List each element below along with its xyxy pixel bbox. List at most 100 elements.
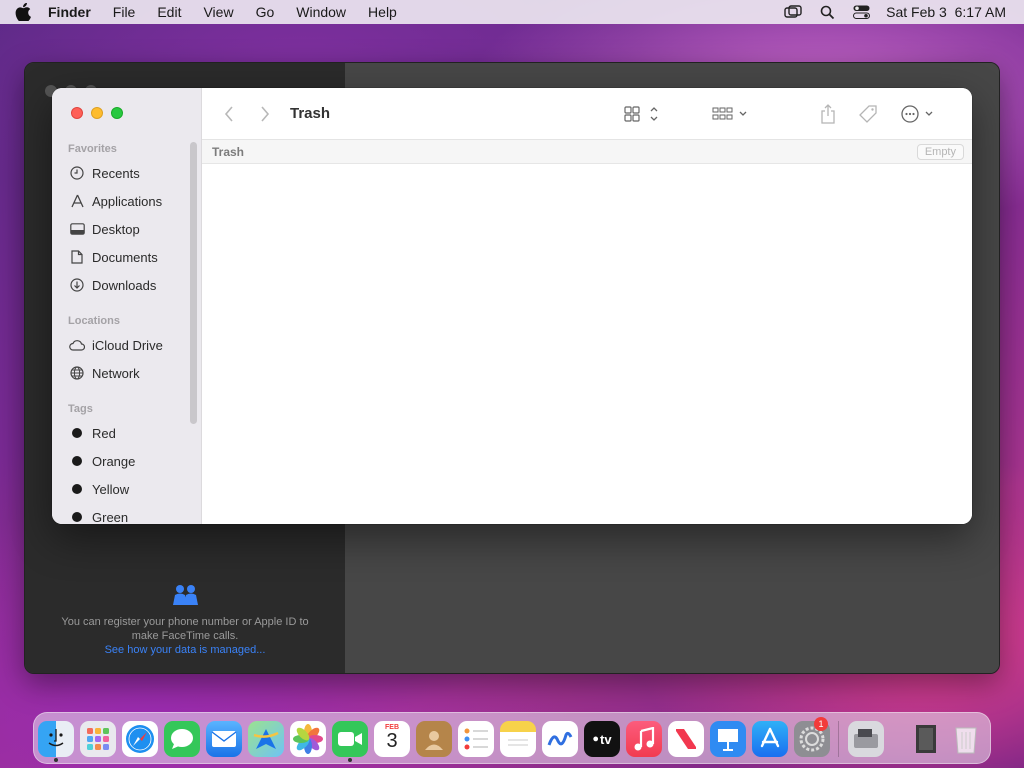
tag-icon[interactable] <box>858 103 878 125</box>
menu-clock[interactable]: Sat Feb 3 6:17 AM <box>886 4 1006 20</box>
news-app-icon[interactable] <box>668 721 704 757</box>
trash-header-bar: Trash Empty <box>202 140 972 164</box>
finder-sidebar: Favorites Recents Applications Desktop D… <box>52 88 202 524</box>
control-center-icon[interactable] <box>852 3 870 21</box>
facetime-app-icon[interactable] <box>332 721 368 757</box>
document-icon <box>68 248 86 266</box>
sidebar-item-label: Orange <box>92 453 136 469</box>
sidebar-item-label: Downloads <box>92 277 157 293</box>
spotlight-search-icon[interactable] <box>818 3 836 21</box>
trash-header-label: Trash <box>212 145 245 159</box>
menu-edit[interactable]: Edit <box>157 4 181 20</box>
keynote-app-icon[interactable] <box>710 721 746 757</box>
sidebar-header-tags: Tags <box>68 403 93 415</box>
calendar-app-icon[interactable]: FEB 3 <box>374 721 410 757</box>
menu-help[interactable]: Help <box>368 4 397 20</box>
desktop-icon <box>68 220 86 238</box>
calendar-day: 3 <box>386 730 398 752</box>
group-by-icon[interactable] <box>712 103 750 125</box>
mail-app-icon[interactable] <box>206 721 242 757</box>
safari-app-icon[interactable] <box>122 721 158 757</box>
forward-chevron-icon[interactable] <box>260 103 270 125</box>
trash-icon[interactable] <box>948 721 984 757</box>
sidebar-item-label: Applications <box>92 193 163 209</box>
app-store-app-icon[interactable] <box>752 721 788 757</box>
sidebar-item-icloud-drive[interactable]: iCloud Drive <box>68 335 163 355</box>
finder-window[interactable]: Favorites Recents Applications Desktop D… <box>52 88 972 524</box>
tag-dot-icon <box>72 428 82 438</box>
share-icon[interactable] <box>820 103 836 125</box>
sidebar-item-label: Recents <box>92 165 140 181</box>
people-icon <box>173 585 198 605</box>
view-mode-icon[interactable] <box>624 103 662 125</box>
menu-go[interactable]: Go <box>256 4 275 20</box>
dock-separator <box>838 721 839 757</box>
sidebar-tag-green[interactable]: Green <box>68 507 128 524</box>
sidebar-item-desktop[interactable]: Desktop <box>68 219 140 239</box>
facetime-info-line1: You can register your phone number or Ap… <box>61 616 309 628</box>
tag-dot-icon <box>72 456 82 466</box>
menu-window[interactable]: Window <box>296 4 346 20</box>
running-indicator <box>54 758 58 762</box>
sidebar-scrollbar[interactable] <box>190 142 197 424</box>
photos-app-icon[interactable] <box>290 721 326 757</box>
sidebar-item-applications[interactable]: Applications <box>68 191 162 211</box>
zoom-button[interactable] <box>111 107 123 119</box>
clock-icon <box>68 164 86 182</box>
contacts-app-icon[interactable] <box>416 721 452 757</box>
finder-app-icon[interactable] <box>38 721 74 757</box>
apple-tv-logo-icon: ● <box>592 733 600 745</box>
apple-tv-label: tv <box>600 731 612 747</box>
sidebar-item-label: iCloud Drive <box>92 337 163 353</box>
sidebar-item-label: Network <box>92 365 140 381</box>
globe-icon <box>68 364 86 382</box>
sidebar-item-downloads[interactable]: Downloads <box>68 275 156 295</box>
more-actions-icon[interactable] <box>900 103 936 125</box>
tag-dot-icon <box>72 484 82 494</box>
sidebar-header-favorites: Favorites <box>68 143 117 155</box>
window-controls <box>71 107 123 119</box>
music-app-icon[interactable] <box>626 721 662 757</box>
menu-app-name[interactable]: Finder <box>48 4 91 20</box>
messages-app-icon[interactable] <box>164 721 200 757</box>
download-icon <box>68 276 86 294</box>
boot-camp-assistant-icon[interactable] <box>848 721 884 757</box>
empty-trash-button[interactable]: Empty <box>916 144 964 160</box>
data-managed-link[interactable]: See how your data is managed... <box>25 643 345 657</box>
maps-app-icon[interactable] <box>248 721 284 757</box>
dock: FEB 3 ● tv 1 <box>33 712 991 764</box>
documents-folder-icon[interactable] <box>908 721 944 757</box>
launchpad-app-icon[interactable] <box>80 721 116 757</box>
notes-app-icon[interactable] <box>500 721 536 757</box>
running-indicator <box>348 758 352 762</box>
tag-dot-icon <box>72 512 82 522</box>
apple-menu-icon[interactable] <box>12 1 34 23</box>
reminders-app-icon[interactable] <box>458 721 494 757</box>
window-title: Trash <box>290 105 331 122</box>
sidebar-item-label: Green <box>92 509 129 525</box>
applications-icon <box>68 192 86 210</box>
menu-file[interactable]: File <box>113 4 136 20</box>
back-chevron-icon[interactable] <box>224 103 234 125</box>
sidebar-tag-orange[interactable]: Orange <box>68 451 135 471</box>
menu-bar: Finder File Edit View Go Window Help Sat… <box>0 0 1024 24</box>
finder-toolbar: Trash <box>202 88 972 140</box>
close-button[interactable] <box>71 107 83 119</box>
sidebar-item-label: Documents <box>92 249 158 265</box>
screen-mirroring-icon[interactable] <box>784 3 802 21</box>
file-list-area[interactable] <box>202 164 972 524</box>
sidebar-item-label: Red <box>92 425 116 441</box>
sidebar-header-locations: Locations <box>68 315 120 327</box>
sidebar-item-documents[interactable]: Documents <box>68 247 158 267</box>
sidebar-item-label: Yellow <box>92 481 130 497</box>
settings-notification-badge: 1 <box>814 717 828 731</box>
menu-view[interactable]: View <box>203 4 233 20</box>
sidebar-item-recents[interactable]: Recents <box>68 163 140 183</box>
sidebar-item-network[interactable]: Network <box>68 363 140 383</box>
facetime-info-line2: make FaceTime calls. <box>131 630 239 642</box>
apple-tv-app-icon[interactable]: ● tv <box>584 721 620 757</box>
minimize-button[interactable] <box>91 107 103 119</box>
sidebar-tag-red[interactable]: Red <box>68 423 116 443</box>
sidebar-tag-yellow[interactable]: Yellow <box>68 479 129 499</box>
freeform-app-icon[interactable] <box>542 721 578 757</box>
